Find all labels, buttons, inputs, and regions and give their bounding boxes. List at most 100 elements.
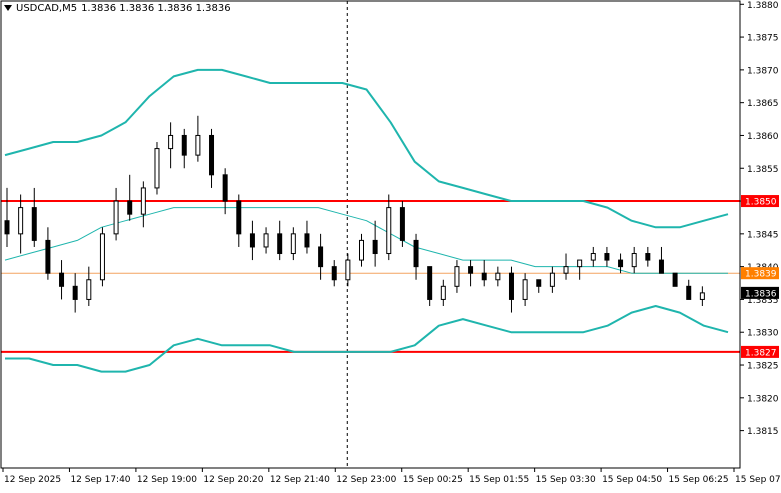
candle <box>563 253 569 280</box>
bull-candle-body <box>631 253 637 268</box>
candle <box>99 227 105 287</box>
bear-candle-body <box>618 259 624 268</box>
bull-candle-body <box>345 259 351 281</box>
candle <box>345 253 351 287</box>
bear-candle-body <box>31 207 37 241</box>
lower-level-label-text: 1.3827 <box>745 348 777 358</box>
candle <box>209 128 215 188</box>
y-tick-label: 1.3845 <box>747 230 779 240</box>
candle <box>31 187 37 247</box>
bear-candle-body <box>536 279 542 287</box>
bear-candle-body <box>4 220 10 235</box>
price-chart[interactable]: 1.3880 1.3875 1.3870 1.3865 1.3860 1.3855 1.38… <box>0 0 781 489</box>
bear-candle-body <box>222 174 228 202</box>
bear-candle-body <box>645 253 651 261</box>
x-tick-label: 12 Sep 17:40 <box>70 475 130 485</box>
bear-candle-body <box>59 272 65 287</box>
candle <box>386 194 392 261</box>
candle <box>127 174 133 221</box>
y-tick-label: 1.3870 <box>747 66 779 76</box>
candle <box>372 220 378 267</box>
dropdown-triangle-icon[interactable] <box>4 5 12 11</box>
bull-candle-body <box>140 187 146 215</box>
bull-candle-body <box>590 253 596 261</box>
candle <box>645 246 651 267</box>
y-tick-label: 1.3820 <box>747 394 779 404</box>
bull-candle-body <box>99 233 105 281</box>
candle <box>590 246 596 267</box>
y-tick-label: 1.3830 <box>747 329 779 339</box>
price-line-label: 1.3839 <box>741 267 779 280</box>
candle <box>427 266 433 306</box>
candle <box>672 272 678 287</box>
bear-candle-body <box>672 272 678 287</box>
bear-candle-body <box>209 134 215 176</box>
bull-candle-body <box>495 272 501 281</box>
bull-candle-body <box>577 259 583 268</box>
bear-candle-body <box>236 200 242 235</box>
current-price-label-text: 1.3836 <box>745 289 777 299</box>
bear-candle-body <box>427 266 433 300</box>
x-tick-label: 12 Sep 21:40 <box>270 475 330 485</box>
bear-candle-body <box>686 285 692 300</box>
y-tick-label: 1.3815 <box>747 427 779 437</box>
price-line-label-text: 1.3839 <box>745 270 777 280</box>
bear-candle-body <box>604 253 610 261</box>
bear-candle-body <box>399 207 405 241</box>
bull-candle-body <box>18 207 24 235</box>
candle <box>277 220 283 261</box>
candle <box>577 259 583 280</box>
candle <box>699 286 705 306</box>
candle <box>249 220 255 261</box>
upper-level-label-text: 1.3850 <box>745 198 777 208</box>
bull-candle-body <box>168 134 174 150</box>
bollinger-bands <box>4 68 729 373</box>
chart-canvas[interactable]: 1.3880 1.3875 1.3870 1.3865 1.3860 1.3855 1.38… <box>0 0 781 489</box>
upper-level-label: 1.3850 <box>741 195 779 208</box>
y-tick-label: 1.3860 <box>747 132 779 142</box>
bear-candle-body <box>277 233 283 255</box>
bull-candle-body <box>699 292 705 300</box>
candle <box>536 279 542 293</box>
bull-candle-body <box>359 239 364 261</box>
y-tick-label: 1.3855 <box>747 165 779 175</box>
plot-frame <box>0 0 741 469</box>
horizontal-levels[interactable] <box>1 200 740 353</box>
bull-candle-body <box>440 285 446 300</box>
bull-candle-body <box>563 266 569 274</box>
bull-candle-body <box>195 134 201 156</box>
candle <box>508 266 514 313</box>
candle <box>86 266 92 306</box>
candle <box>604 246 610 267</box>
x-tick-label: 12 Sep 20:20 <box>203 475 263 485</box>
bull-candle-body <box>86 279 92 300</box>
bull-candle-body <box>290 233 296 255</box>
candle <box>522 273 528 306</box>
candle <box>399 201 405 247</box>
ohlc-values: 1.3836 1.3836 1.3836 1.3836 <box>81 3 231 14</box>
candle <box>4 187 10 247</box>
candle <box>440 279 446 306</box>
candle <box>454 260 460 293</box>
candle <box>263 227 269 254</box>
bollinger-upper-line <box>4 68 729 229</box>
bull-candle-body <box>386 207 392 255</box>
x-tick-label: 15 Sep 06:25 <box>669 475 729 485</box>
x-tick-label: 12 Sep 19:00 <box>137 475 197 485</box>
y-tick-label: 1.3865 <box>747 99 779 109</box>
bull-candle-body <box>263 233 269 248</box>
x-tick-label: 15 Sep 00:25 <box>403 475 463 485</box>
bull-candle-body <box>522 279 528 300</box>
bull-candle-body <box>454 266 460 287</box>
bear-candle-body <box>331 266 337 281</box>
bull-candle-body <box>549 272 555 287</box>
candle <box>45 227 51 280</box>
candle <box>72 273 78 313</box>
bear-candle-body <box>127 200 133 215</box>
chart-header: USDCAD,M5 1.3836 1.3836 1.3836 1.3836 <box>4 3 231 14</box>
candle <box>290 227 296 261</box>
candle <box>304 220 310 254</box>
candle <box>481 260 487 287</box>
x-tick-label: 15 Sep 04:50 <box>602 475 662 485</box>
y-tick-label: 1.3875 <box>747 34 779 44</box>
